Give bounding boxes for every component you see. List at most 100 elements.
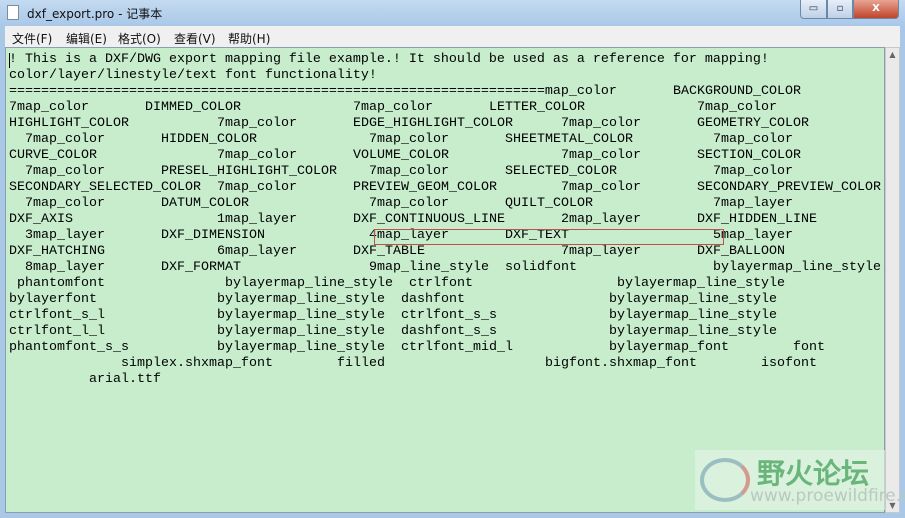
text-token: 9map_line_style xyxy=(369,260,489,275)
text-token: 7map_color xyxy=(369,132,449,147)
text-token: 1map_layer xyxy=(217,212,297,227)
text-token: arial.ttf xyxy=(89,372,161,387)
text-token: SECONDARY_PREVIEW_COLOR xyxy=(697,180,881,195)
text-token: phantomfont_s_s xyxy=(9,340,129,355)
maximize-button[interactable]: ▫ xyxy=(827,0,853,19)
text-token: BACKGROUND_COLOR xyxy=(673,84,801,99)
text-token: solidfont xyxy=(505,260,577,275)
text-token: QUILT_COLOR xyxy=(505,196,593,211)
text-token: 7map_color xyxy=(369,164,449,179)
text-token: font xyxy=(793,340,825,355)
notepad-icon xyxy=(7,5,19,20)
text-token: bylayerfont xyxy=(9,292,97,307)
text-caret xyxy=(9,53,10,68)
text-token: phantomfont xyxy=(17,276,105,291)
text-token: ctrlfont_l_l xyxy=(9,324,105,339)
minimize-button[interactable]: ▭ xyxy=(800,0,827,19)
menu-edit[interactable]: 编辑(E) xyxy=(66,30,107,47)
text-token: DXF_DIMENSION xyxy=(161,228,265,243)
text-token: 7map_color xyxy=(217,116,297,131)
text-token: simplex.shxmap_font xyxy=(121,356,273,371)
text-token: 7map_color xyxy=(25,164,105,179)
text-token: VOLUME_COLOR xyxy=(353,148,449,163)
text-token: bylayermap_line_style xyxy=(217,324,385,339)
text-token: bylayermap_line_style xyxy=(609,324,777,339)
scroll-up-icon[interactable]: ▲ xyxy=(886,50,899,59)
text-token: ========================================… xyxy=(9,84,617,99)
text-token: HIDDEN_COLOR xyxy=(161,132,257,147)
text-token: ! This is a DXF/DWG export mapping file … xyxy=(9,52,769,67)
text-token: 7map_color xyxy=(217,148,297,163)
text-token: SECTION_COLOR xyxy=(697,148,801,163)
text-token: CURVE_COLOR xyxy=(9,148,97,163)
text-token: 7map_color xyxy=(713,164,793,179)
text-token: 3map_layer xyxy=(25,228,105,243)
text-token: DXF_HATCHING xyxy=(9,244,105,259)
text-token: DXF_CONTINUOUS_LINE xyxy=(353,212,505,227)
menu-view[interactable]: 查看(V) xyxy=(174,30,216,47)
text-token: DXF_FORMAT xyxy=(161,260,241,275)
text-token: color/layer/linestyle/text font function… xyxy=(9,68,377,83)
text-token: DXF_TABLE xyxy=(353,244,425,259)
text-token: 7map_color xyxy=(561,116,641,131)
text-token: 7map_color xyxy=(217,180,297,195)
text-token: 2map_layer xyxy=(561,212,641,227)
watermark-url: www.proewildfire.cn xyxy=(750,486,905,506)
text-token: bylayermap_line_style xyxy=(609,308,777,323)
text-token: 7map_layer xyxy=(713,196,793,211)
text-editor[interactable]: ! This is a DXF/DWG export mapping file … xyxy=(5,47,885,513)
text-token: 7map_color xyxy=(697,100,777,115)
window-title: dxf_export.pro - 记事本 xyxy=(27,7,163,21)
text-token: dashfont_s_s xyxy=(401,324,497,339)
text-token: dashfont xyxy=(401,292,465,307)
text-token: bylayermap_line_style xyxy=(617,276,785,291)
menu-bar: 文件(F) 编辑(E) 格式(O) 查看(V) 帮助(H) xyxy=(5,26,900,47)
text-token: DXF_BALLOON xyxy=(697,244,785,259)
annotation-box xyxy=(374,229,724,245)
text-token: DIMMED_COLOR xyxy=(145,100,241,115)
text-token: bylayermap_line_style xyxy=(609,292,777,307)
text-token: isofont xyxy=(761,356,817,371)
text-token: bylayermap_line_style xyxy=(217,340,385,355)
text-token: 7map_color xyxy=(561,148,641,163)
text-token: SECONDARY_SELECTED_COLOR xyxy=(9,180,201,195)
text-token: bylayermap_font xyxy=(609,340,729,355)
close-button[interactable]: X xyxy=(853,0,899,19)
text-token: bylayermap_line_style xyxy=(713,260,881,275)
text-token: bylayermap_line_style xyxy=(217,292,385,307)
menu-file[interactable]: 文件(F) xyxy=(12,30,52,47)
text-token: LETTER_COLOR xyxy=(489,100,585,115)
text-token: DATUM_COLOR xyxy=(161,196,249,211)
text-token: EDGE_HIGHLIGHT_COLOR xyxy=(353,116,513,131)
text-token: filled xyxy=(337,356,385,371)
text-token: GEOMETRY_COLOR xyxy=(697,116,809,131)
text-token: PREVIEW_GEOM_COLOR xyxy=(353,180,497,195)
text-token: bigfont.shxmap_font xyxy=(545,356,697,371)
text-token: 7map_color xyxy=(25,196,105,211)
text-token: HIGHLIGHT_COLOR xyxy=(9,116,129,131)
menu-help[interactable]: 帮助(H) xyxy=(228,30,270,47)
text-token: ctrlfont_mid_l xyxy=(401,340,513,355)
text-token: 7map_layer xyxy=(561,244,641,259)
text-token: DXF_HIDDEN_LINE xyxy=(697,212,817,227)
watermark-logo-icon xyxy=(700,458,750,502)
text-token: 7map_color xyxy=(9,100,89,115)
text-token: ctrlfont_s_s xyxy=(401,308,497,323)
text-token: bylayermap_line_style xyxy=(225,276,393,291)
menu-format[interactable]: 格式(O) xyxy=(118,30,161,47)
vertical-scrollbar[interactable]: ▲ ▼ xyxy=(885,47,900,513)
text-token: DXF_AXIS xyxy=(9,212,73,227)
text-token: 7map_color xyxy=(353,100,433,115)
text-token: 5map_layer xyxy=(713,228,793,243)
text-token: 7map_color xyxy=(369,196,449,211)
title-bar: dxf_export.pro - 记事本 ▭ ▫ X xyxy=(0,0,905,26)
text-token: SELECTED_COLOR xyxy=(505,164,617,179)
text-token: 7map_color xyxy=(25,132,105,147)
text-token: 7map_color xyxy=(713,132,793,147)
text-token: 6map_layer xyxy=(217,244,297,259)
text-token: ctrlfont_s_l xyxy=(9,308,105,323)
text-token: PRESEL_HIGHLIGHT_COLOR xyxy=(161,164,337,179)
text-token: SHEETMETAL_COLOR xyxy=(505,132,633,147)
text-token: 7map_color xyxy=(561,180,641,195)
text-token: bylayermap_line_style xyxy=(217,308,385,323)
